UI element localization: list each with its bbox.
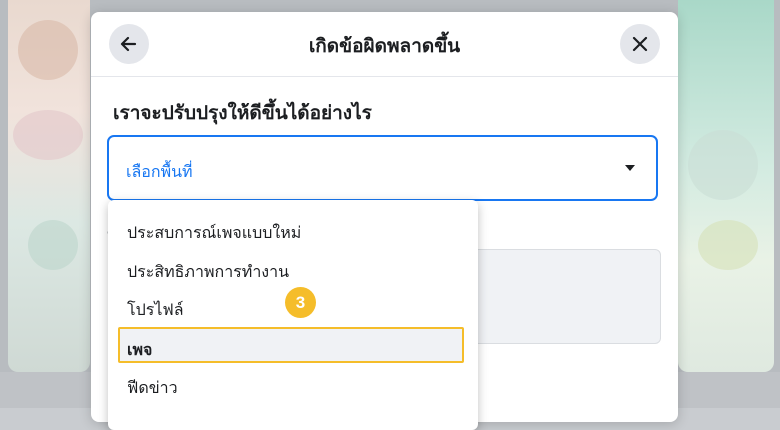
dropdown-option[interactable]: ประสบการณ์เพจแบบใหม่ (108, 212, 478, 248)
option-label: ประสบการณ์เพจแบบใหม่ (127, 223, 302, 242)
background-image-right (678, 0, 774, 372)
option-label: โปรไฟล์ (127, 300, 184, 319)
dropdown-option[interactable]: ประสิทธิภาพการทำงาน (108, 251, 478, 287)
dropdown-option-selected[interactable]: เพจ (118, 327, 464, 363)
option-label: เพจ (127, 340, 153, 359)
dialog-title: เกิดข้อผิดพลาดขึ้น (308, 35, 461, 57)
close-icon (632, 36, 648, 52)
area-select[interactable]: เลือกพื้นที่ (107, 135, 658, 201)
option-label: ฟีดข่าว (127, 378, 178, 397)
dialog-header: เกิดข้อผิดพลาดขึ้น (91, 12, 678, 77)
caret-down-icon (625, 165, 635, 171)
step-number-badge: 3 (285, 287, 316, 318)
details-textarea[interactable] (469, 249, 661, 344)
option-label: ประสิทธิภาพการทำงาน (127, 262, 290, 281)
background-image-left (8, 0, 90, 372)
select-value: เลือกพื้นที่ (126, 162, 193, 181)
question-heading: เราจะปรับปรุงให้ดีขึ้นได้อย่างไร (113, 102, 372, 124)
dropdown-option[interactable]: ฟีดข่าว (108, 367, 478, 403)
close-button[interactable] (620, 24, 660, 64)
